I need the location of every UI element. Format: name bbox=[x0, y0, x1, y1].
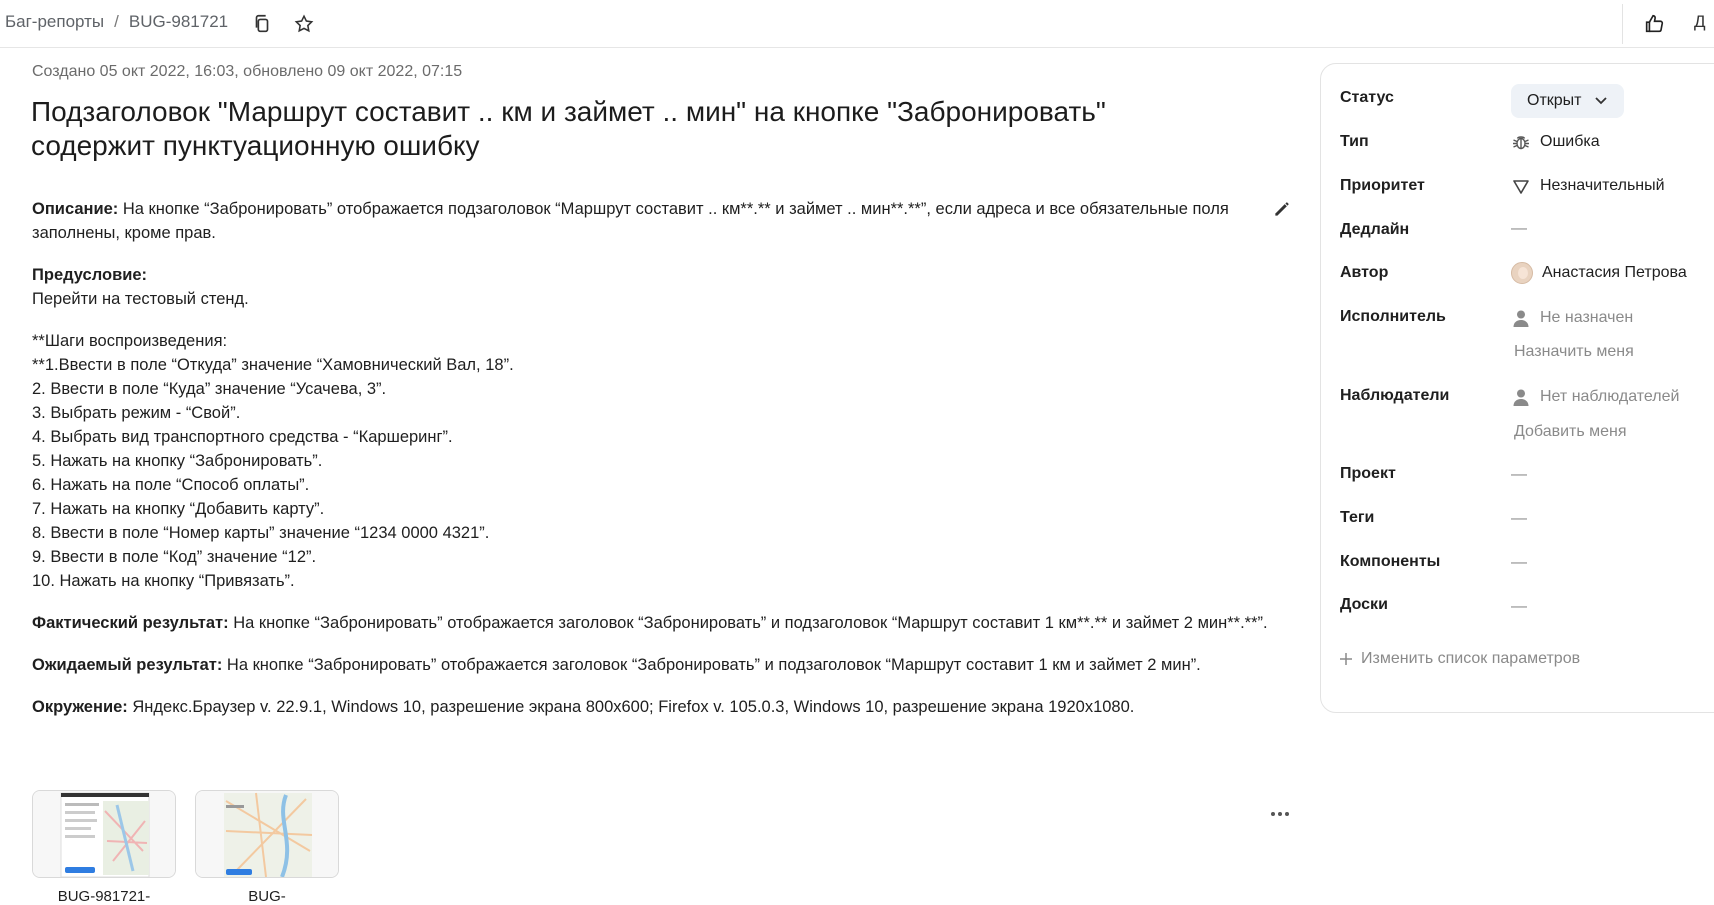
copy-icon[interactable] bbox=[250, 12, 274, 36]
project-value-text: — bbox=[1511, 466, 1527, 483]
expected-result-label: Ожидаемый результат: bbox=[32, 656, 223, 674]
user-icon bbox=[1511, 387, 1531, 407]
precondition-label: Предусловие: bbox=[32, 266, 148, 284]
star-icon[interactable] bbox=[292, 12, 316, 36]
deadline-value-text: — bbox=[1511, 220, 1527, 237]
components-value-text: — bbox=[1511, 554, 1527, 571]
deadline-label: Дедлайн bbox=[1340, 221, 1410, 238]
step-item: 6. Нажать на поле “Способ оплаты”. bbox=[32, 476, 310, 494]
step-item: 5. Нажать на кнопку “Забронировать”. bbox=[32, 452, 323, 470]
avatar bbox=[1511, 262, 1533, 284]
boards-label: Доски bbox=[1340, 596, 1388, 613]
attachments-list: BUG-981721- BUG- bbox=[32, 790, 339, 905]
actual-result-label: Фактический результат: bbox=[32, 614, 229, 632]
description-paragraph: Описание: На кнопке “Забронировать” отоб… bbox=[32, 197, 1282, 245]
actual-result-text: На кнопке “Забронировать” отображается з… bbox=[228, 614, 1268, 632]
topbar-action-button[interactable]: Д bbox=[1694, 12, 1706, 32]
attachment-item[interactable]: BUG-981721- bbox=[32, 790, 176, 905]
step-item: 9. Ввести в поле “Код” значение “12”. bbox=[32, 548, 317, 566]
chevron-down-icon bbox=[1594, 97, 1607, 105]
breadcrumb-issue-key[interactable]: BUG-981721 bbox=[129, 12, 228, 32]
more-options-icon[interactable] bbox=[1270, 797, 1290, 823]
attachment-thumbnail[interactable] bbox=[195, 790, 339, 878]
attachment-name[interactable]: BUG- bbox=[195, 888, 339, 905]
components-value[interactable]: — bbox=[1511, 554, 1527, 572]
user-icon bbox=[1511, 308, 1531, 328]
step-item: 10. Нажать на кнопку “Привязать”. bbox=[32, 572, 295, 590]
plus-icon bbox=[1340, 653, 1352, 665]
project-label: Проект bbox=[1340, 465, 1396, 482]
issue-description: Описание: На кнопке “Забронировать” отоб… bbox=[32, 197, 1282, 737]
attachment-thumbnail[interactable] bbox=[32, 790, 176, 878]
triangle-down-icon bbox=[1511, 176, 1531, 196]
type-label: Тип bbox=[1340, 133, 1369, 150]
tags-value[interactable]: — bbox=[1511, 510, 1527, 528]
attachment-item[interactable]: BUG- bbox=[195, 790, 339, 905]
author-name: Анастасия Петрова bbox=[1542, 264, 1687, 281]
watchers-value-text: Нет наблюдателей bbox=[1540, 388, 1680, 405]
status-dropdown[interactable]: Открыт bbox=[1511, 84, 1624, 118]
type-value[interactable]: Ошибка bbox=[1511, 132, 1600, 152]
status-label: Статус bbox=[1340, 89, 1394, 106]
actual-result-paragraph: Фактический результат: На кнопке “Заброн… bbox=[32, 611, 1282, 635]
assign-me-link[interactable]: Назначить меня bbox=[1514, 343, 1634, 361]
environment-paragraph: Окружение: Яндекс.Браузер v. 22.9.1, Win… bbox=[32, 695, 1282, 719]
boards-value[interactable]: — bbox=[1511, 598, 1527, 616]
priority-value[interactable]: Незначительный bbox=[1511, 176, 1665, 196]
top-bar: Баг-репорты / BUG-981721 Д bbox=[0, 0, 1714, 48]
thumbs-up-icon[interactable] bbox=[1642, 12, 1666, 36]
priority-label: Приоритет bbox=[1340, 177, 1425, 194]
issue-meta: Создано 05 окт 2022, 16:03, обновлено 09… bbox=[32, 63, 463, 80]
bug-icon bbox=[1511, 132, 1531, 152]
project-value[interactable]: — bbox=[1511, 466, 1527, 484]
breadcrumb-queue-link[interactable]: Баг-репорты bbox=[5, 12, 104, 32]
breadcrumb-separator: / bbox=[114, 12, 119, 31]
step-item: 3. Выбрать режим - “Свой”. bbox=[32, 404, 241, 422]
author-label: Автор bbox=[1340, 264, 1389, 281]
precondition-text: Перейти на тестовый стенд. bbox=[32, 290, 249, 308]
author-value[interactable]: Анастасия Петрова bbox=[1511, 262, 1687, 284]
boards-value-text: — bbox=[1511, 598, 1527, 615]
issue-title: Подзаголовок "Маршрут составит .. км и з… bbox=[31, 96, 1106, 161]
type-value-text: Ошибка bbox=[1540, 133, 1600, 150]
assignee-label: Исполнитель bbox=[1340, 308, 1446, 325]
assignee-value[interactable]: Не назначен bbox=[1511, 308, 1633, 328]
topbar-divider bbox=[1622, 4, 1623, 44]
environment-label: Окружение: bbox=[32, 698, 128, 716]
status-value: Открыт bbox=[1527, 92, 1582, 109]
expected-result-paragraph: Ожидаемый результат: На кнопке “Забронир… bbox=[32, 653, 1282, 677]
steps-header: **Шаги воспроизведения: bbox=[32, 332, 228, 350]
description-text: На кнопке “Забронировать” отображается п… bbox=[32, 200, 1229, 242]
attachment-name[interactable]: BUG-981721- bbox=[32, 888, 176, 905]
description-label: Описание: bbox=[32, 200, 119, 218]
step-item: **1.Ввести в поле “Откуда” значение “Хам… bbox=[32, 356, 514, 374]
add-me-link[interactable]: Добавить меня bbox=[1514, 423, 1627, 441]
step-item: 2. Ввести в поле “Куда” значение “Усачев… bbox=[32, 380, 387, 398]
environment-text: Яндекс.Браузер v. 22.9.1, Windows 10, ра… bbox=[127, 698, 1135, 716]
step-item: 7. Нажать на кнопку “Добавить карту”. bbox=[32, 500, 325, 518]
priority-value-text: Незначительный bbox=[1540, 177, 1665, 194]
tags-value-text: — bbox=[1511, 510, 1527, 527]
steps-block: **Шаги воспроизведения: **1.Ввести в пол… bbox=[32, 329, 1282, 593]
components-label: Компоненты bbox=[1340, 553, 1441, 570]
assignee-value-text: Не назначен bbox=[1540, 309, 1634, 326]
tags-label: Теги bbox=[1340, 509, 1375, 526]
deadline-value[interactable]: — bbox=[1511, 220, 1527, 238]
step-item: 4. Выбрать вид транспортного средства - … bbox=[32, 428, 453, 446]
change-params-button[interactable]: Изменить список параметров bbox=[1339, 650, 1580, 668]
precondition-block: Предусловие: Перейти на тестовый стенд. bbox=[32, 263, 1282, 311]
expected-result-text: На кнопке “Забронировать” отображается з… bbox=[222, 656, 1201, 674]
step-item: 8. Ввести в поле “Номер карты” значение … bbox=[32, 524, 490, 542]
breadcrumb: Баг-репорты / BUG-981721 bbox=[5, 12, 228, 32]
watchers-value[interactable]: Нет наблюдателей bbox=[1511, 387, 1679, 407]
watchers-label: Наблюдатели bbox=[1340, 387, 1450, 404]
change-params-label: Изменить список параметров bbox=[1361, 650, 1581, 667]
